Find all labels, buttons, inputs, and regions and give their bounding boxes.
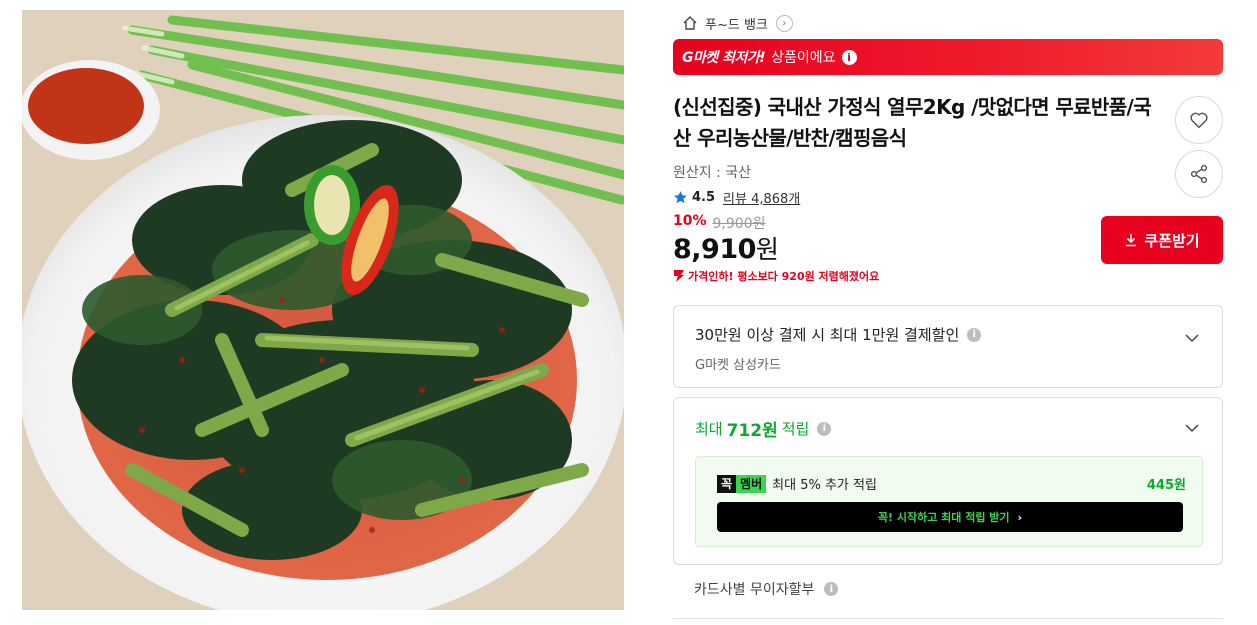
payment-discount-title: 30만원 이상 결제 시 최대 1만원 결제할인: [695, 326, 960, 344]
promo-text: 상품이에요: [771, 50, 836, 66]
member-badge-part1: 꼭: [717, 474, 737, 493]
price-down-icon: [674, 270, 684, 282]
sale-price: 8,910원: [673, 230, 779, 266]
sale-price-unit: 원: [755, 235, 779, 264]
installment-label: 카드사별 무이자할부: [694, 582, 815, 598]
chevron-right-icon: ›: [1017, 510, 1023, 524]
like-button[interactable]: [1175, 96, 1223, 144]
review-label: 리뷰: [723, 192, 747, 207]
promo-strong-text: G마켓 최저가!: [682, 50, 766, 66]
chevron-down-icon[interactable]: [1184, 330, 1200, 346]
lowest-price-banner: G마켓 최저가! 상품이에요 i: [673, 39, 1223, 75]
share-icon: [1190, 164, 1208, 184]
member-cta-label: 꼭! 시작하고 최대 적립 받기: [877, 511, 1010, 524]
payment-discount-card[interactable]: 30만원 이상 결제 시 최대 1만원 결제할인 i G마켓 삼성카드: [673, 305, 1223, 388]
rating-score: 4.5: [692, 190, 716, 205]
coupon-label: 쿠폰받기: [1144, 231, 1200, 250]
home-icon: [681, 14, 699, 32]
divider: [673, 618, 1223, 619]
review-link[interactable]: 리뷰 4,868개: [723, 188, 800, 207]
origin-text: 원산지 : 국산: [673, 165, 752, 181]
info-icon[interactable]: i: [967, 327, 982, 342]
product-title: (신선집중) 국내산 가정식 열무2Kg /맛없다면 무료반품/국산 우리농산물…: [673, 95, 1152, 150]
member-row: 꼭 멤버 최대 5% 추가 적립: [717, 474, 877, 493]
payment-discount-title-row: 30만원 이상 결제 시 최대 1만원 결제할인 i: [695, 324, 982, 345]
price-drop-notice: 가격인하! 평소보다 920원 저렴해졌어요: [673, 268, 879, 284]
rating: 4.5 리뷰 4,868개: [673, 188, 800, 207]
info-icon[interactable]: i: [824, 582, 839, 596]
price-drop-text: 가격인하! 평소보다 920원 저렴해졌어요: [688, 270, 880, 283]
heart-icon: [1190, 112, 1208, 129]
payment-discount-card-name: G마켓 삼성카드: [695, 358, 781, 373]
points-amount: 712원: [726, 421, 778, 441]
member-badge-part2: 멤버: [736, 474, 767, 493]
download-icon: [1126, 234, 1137, 247]
member-benefit-box: 꼭 멤버 최대 5% 추가 적립 445원 꼭! 시작하고 최대 적립 받기 ›: [695, 456, 1203, 547]
member-signup-button[interactable]: 꼭! 시작하고 최대 적립 받기 ›: [717, 502, 1183, 532]
product-info-panel: 푸~드 뱅크 › G마켓 최저가! 상품이에요 i (신선집중) 국내산 가정식…: [673, 0, 1223, 625]
share-button[interactable]: [1175, 150, 1223, 198]
yeolmu-kimchi-photo: [22, 10, 624, 610]
member-badge: 꼭 멤버: [717, 474, 767, 493]
chevron-right-icon: ›: [775, 14, 793, 32]
shop-name: 푸~드 뱅크: [705, 17, 768, 33]
shop-link[interactable]: 푸~드 뱅크 ›: [681, 13, 793, 33]
chevron-down-icon[interactable]: [1184, 420, 1200, 436]
member-text: 최대 5% 추가 적립: [772, 478, 877, 493]
points-card: 최대 712원 적립 i 꼭 멤버 최대 5% 추가 적립 445원 꼭! 시작…: [673, 397, 1223, 565]
info-icon[interactable]: i: [841, 49, 857, 65]
sale-price-value: 8,910: [673, 234, 756, 265]
info-icon[interactable]: i: [817, 421, 832, 436]
member-points-amount: 445원: [1146, 478, 1186, 493]
points-suffix: 적립: [781, 420, 810, 438]
coupon-button[interactable]: 쿠폰받기: [1101, 216, 1223, 264]
points-header[interactable]: 최대 712원 적립 i: [695, 416, 832, 441]
installment-row[interactable]: 카드사별 무이자할부 i: [694, 579, 839, 599]
points-prefix: 최대: [695, 420, 723, 438]
review-count: 4,868개: [751, 192, 801, 207]
star-icon: [674, 191, 687, 204]
product-image: [22, 10, 624, 610]
